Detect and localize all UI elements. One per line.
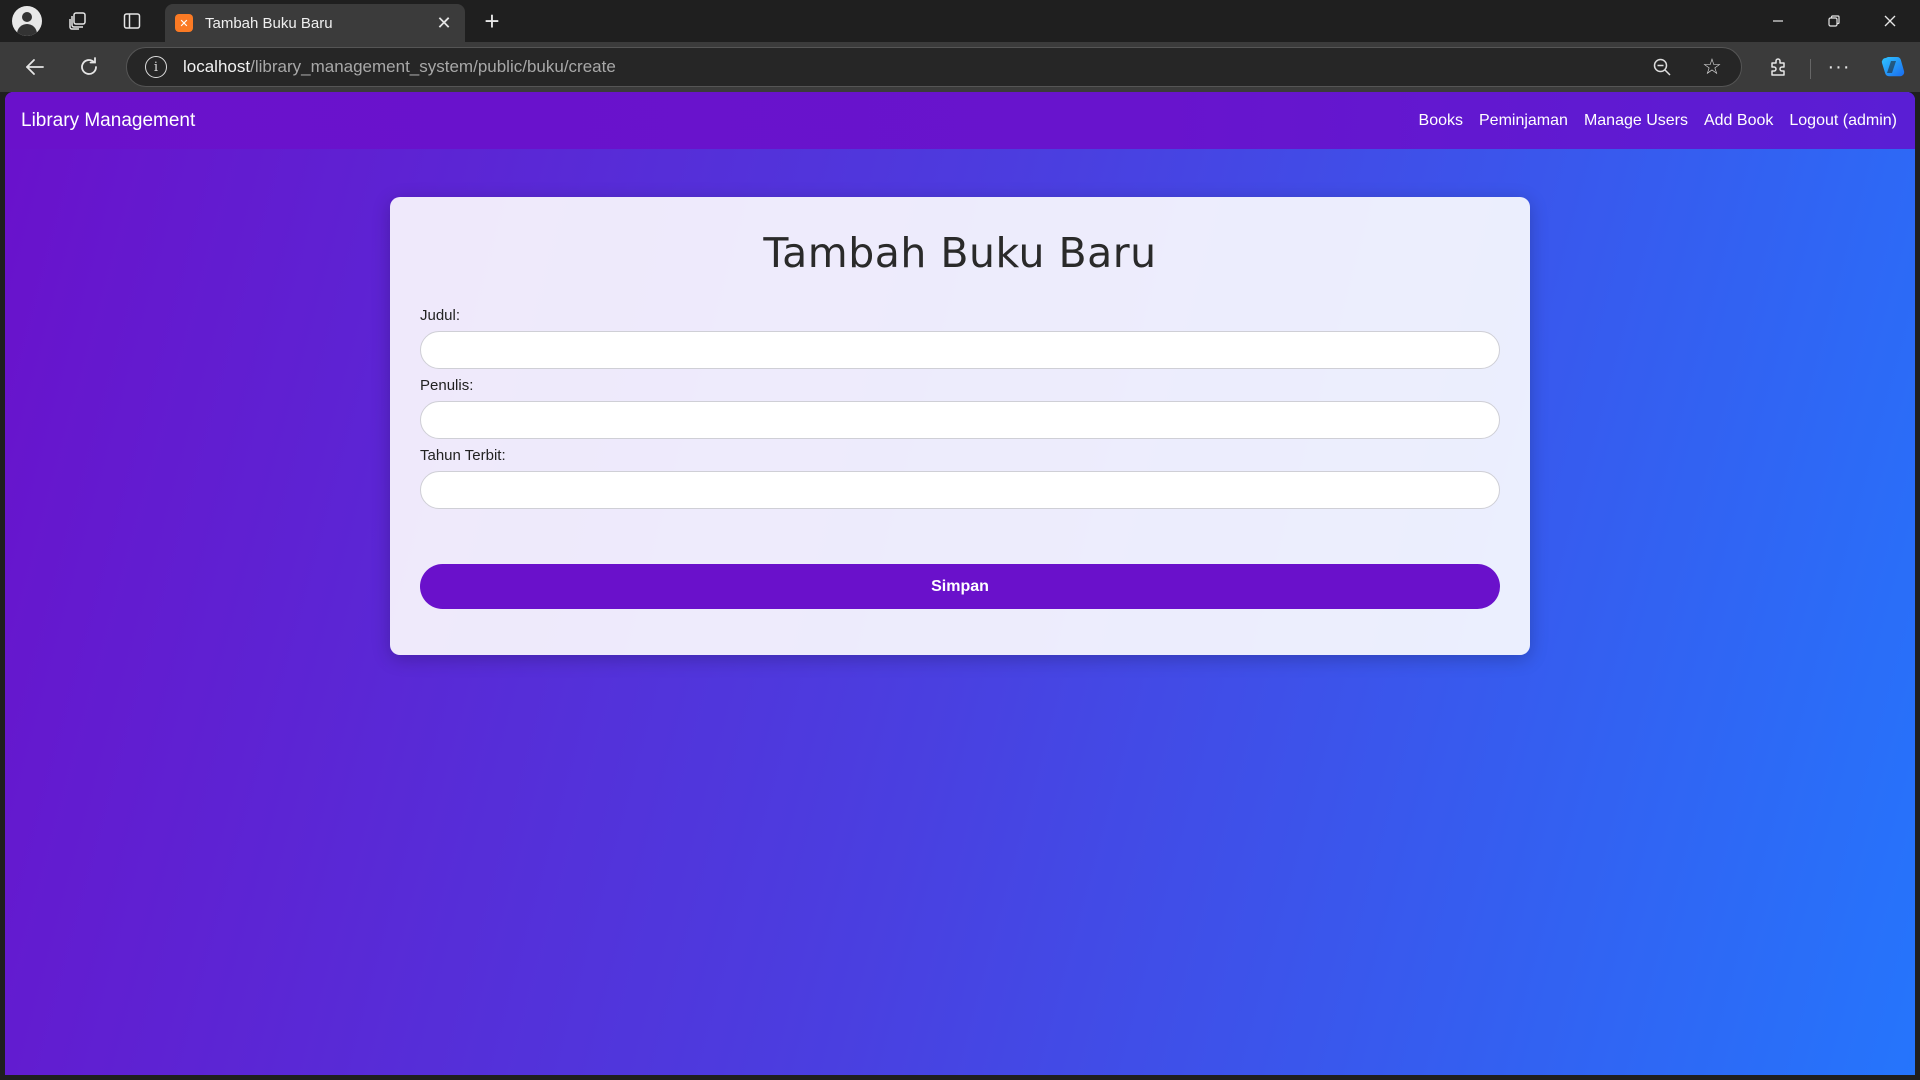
- minimize-icon[interactable]: [1762, 5, 1794, 37]
- nav-link-add-book[interactable]: Add Book: [1704, 112, 1773, 130]
- xampp-icon: ✕: [175, 14, 193, 32]
- reload-icon[interactable]: [72, 51, 106, 83]
- nav-link-peminjaman[interactable]: Peminjaman: [1479, 112, 1568, 130]
- url-text[interactable]: localhost/library_management_system/publ…: [183, 57, 1645, 77]
- penulis-label: Penulis:: [420, 377, 474, 394]
- add-book-form-card: Tambah Buku Baru Judul: Penulis: Tahun T…: [390, 197, 1530, 655]
- judul-label: Judul:: [420, 307, 461, 324]
- url-bar[interactable]: i localhost/library_management_system/pu…: [126, 47, 1742, 87]
- nav-link-manage-users[interactable]: Manage Users: [1584, 112, 1688, 130]
- page-viewport: Library Management Books Peminjaman Mana…: [5, 92, 1915, 1075]
- plus-icon[interactable]: +: [476, 5, 508, 37]
- star-icon[interactable]: ☆: [1695, 50, 1729, 84]
- workspaces-icon[interactable]: [62, 5, 94, 37]
- puzzle-icon[interactable]: [1762, 51, 1796, 83]
- close-icon[interactable]: ✕: [433, 12, 455, 34]
- back-arrow-icon[interactable]: [18, 51, 52, 83]
- info-icon[interactable]: i: [145, 56, 167, 78]
- tahun-terbit-input[interactable]: [420, 471, 1500, 509]
- close-window-icon[interactable]: [1874, 5, 1906, 37]
- tahun-terbit-label: Tahun Terbit:: [420, 447, 506, 464]
- restore-icon[interactable]: [1818, 5, 1850, 37]
- tab-title: Tambah Buku Baru: [205, 14, 333, 32]
- tab-actions-icon[interactable]: [116, 5, 148, 37]
- nav-link-books[interactable]: Books: [1419, 112, 1463, 130]
- copilot-icon[interactable]: [1876, 51, 1910, 83]
- penulis-input[interactable]: [420, 401, 1500, 439]
- address-bar-row: i localhost/library_management_system/pu…: [0, 42, 1920, 92]
- page-title: Tambah Buku Baru: [763, 229, 1157, 277]
- toolbar-divider: [1810, 59, 1811, 79]
- nav-links: Books Peminjaman Manage Users Add Book L…: [1419, 112, 1897, 130]
- tab-active[interactable]: ✕ Tambah Buku Baru ✕: [165, 4, 465, 42]
- nav-link-logout[interactable]: Logout (admin): [1789, 112, 1897, 130]
- top-navbar: Library Management Books Peminjaman Mana…: [5, 92, 1915, 149]
- url-host: localhost: [183, 57, 251, 76]
- zoom-out-icon[interactable]: [1645, 50, 1679, 84]
- more-icon[interactable]: ···: [1822, 51, 1856, 83]
- judul-input[interactable]: [420, 331, 1500, 369]
- profile-icon[interactable]: [10, 5, 44, 37]
- brand-title[interactable]: Library Management: [21, 110, 195, 132]
- simpan-button[interactable]: Simpan: [420, 564, 1500, 609]
- browser-tab-bar: ✕ Tambah Buku Baru ✕ +: [0, 0, 1920, 42]
- url-path: /library_management_system/public/buku/c…: [250, 57, 616, 76]
